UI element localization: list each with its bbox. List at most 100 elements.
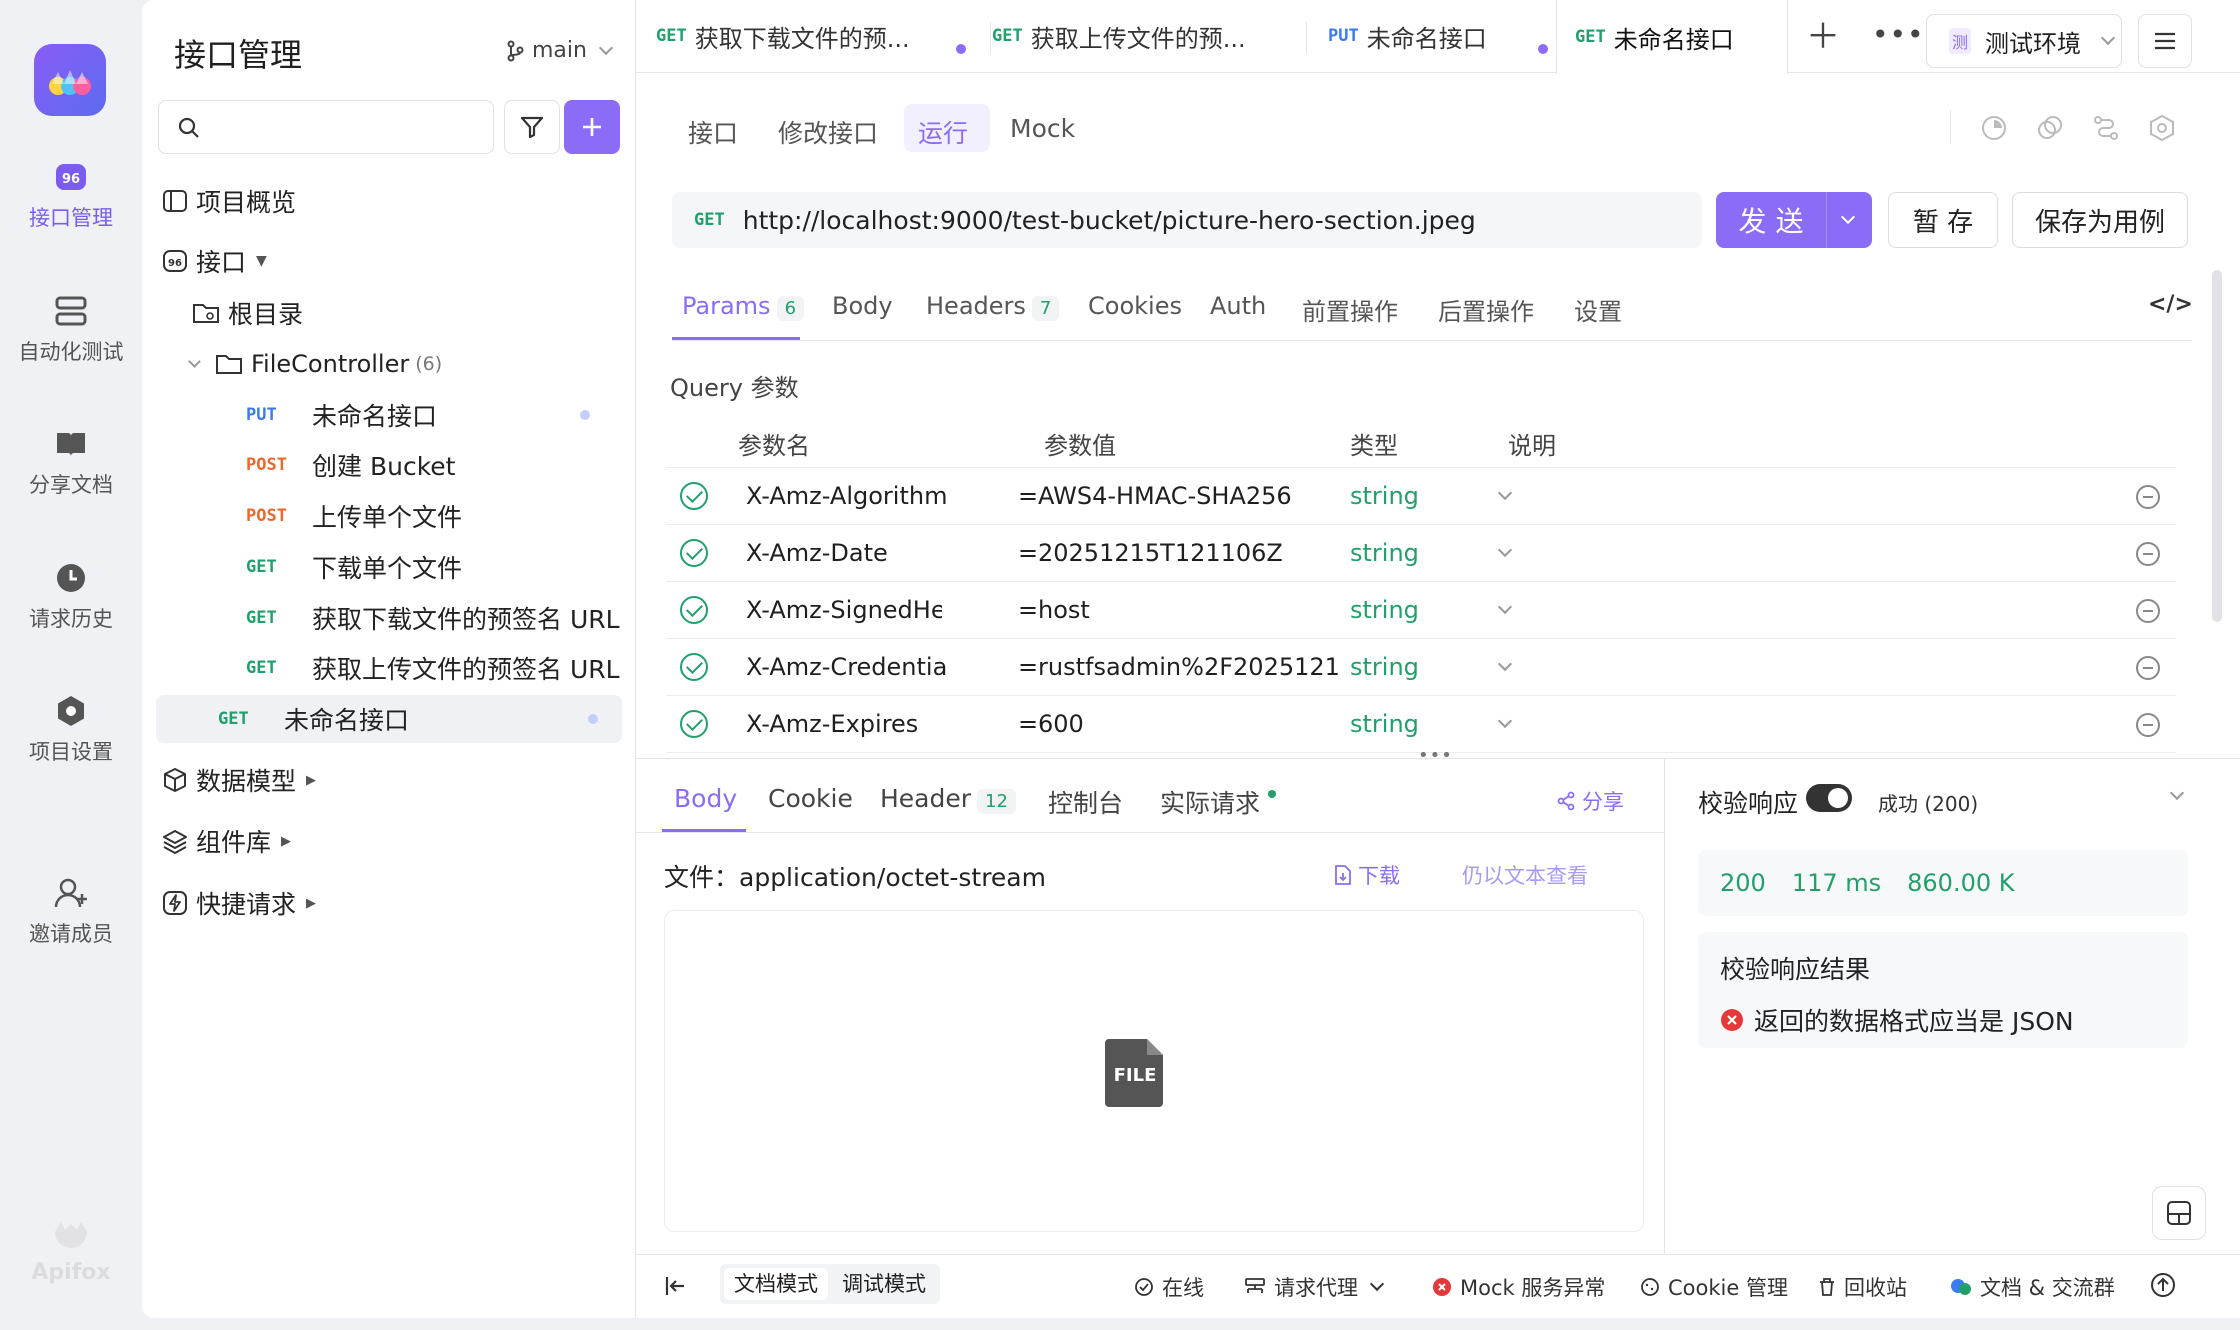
param-name[interactable]: X-Amz-Expires: [746, 710, 946, 738]
param-name[interactable]: X-Amz-Algorithm: [746, 482, 946, 510]
upgrade-icon[interactable]: [2150, 1272, 2176, 1298]
add-button[interactable]: [564, 100, 620, 154]
chevron-down-icon[interactable]: [2169, 785, 2185, 801]
chevron-down-icon[interactable]: [1497, 599, 1513, 615]
subtab-edit[interactable]: 修改接口: [778, 114, 878, 150]
share-button[interactable]: 分享: [1556, 786, 1624, 816]
tab-body[interactable]: Body: [832, 292, 893, 320]
enabled-checkbox[interactable]: [680, 539, 708, 567]
remove-row-icon[interactable]: [2136, 542, 2160, 566]
apifox-logo[interactable]: [34, 44, 106, 116]
tab-headers[interactable]: Headers 7: [926, 292, 1060, 321]
settings-icon[interactable]: [2148, 114, 2176, 142]
endpoint-item[interactable]: GET 获取下载文件的预签名 URL: [246, 595, 620, 641]
menu-button[interactable]: [2138, 14, 2192, 68]
request-tab[interactable]: GET 获取上传文件的预...: [992, 0, 1312, 72]
search-field[interactable]: [211, 111, 481, 143]
tab-response-cookie[interactable]: Cookie: [768, 784, 853, 813]
param-type[interactable]: string: [1350, 710, 1419, 738]
method-selector[interactable]: GET: [694, 210, 725, 230]
endpoint-item[interactable]: POST 创建 Bucket: [246, 442, 455, 488]
tab-actual-request[interactable]: 实际请求: [1160, 784, 1277, 820]
branch-selector[interactable]: main: [506, 38, 614, 63]
request-tab[interactable]: PUT 未命名接口: [1328, 0, 1578, 72]
copy-icon[interactable]: [2036, 114, 2064, 142]
param-type[interactable]: string: [1350, 596, 1419, 624]
save-as-case-button[interactable]: 保存为用例: [2012, 192, 2188, 248]
filter-button[interactable]: [504, 100, 560, 154]
scrollbar[interactable]: [2212, 270, 2222, 622]
rail-item-automation[interactable]: 自动化测试: [0, 294, 142, 366]
mock-status[interactable]: Mock 服务异常: [1432, 1272, 1605, 1302]
layout-toggle-button[interactable]: [2152, 1186, 2206, 1240]
subtab-mock[interactable]: Mock: [1010, 114, 1075, 143]
subtab-run[interactable]: 运行: [918, 114, 968, 150]
tree-item-root-dir[interactable]: 根目录: [192, 290, 303, 336]
param-name[interactable]: X-Amz-Date: [746, 539, 946, 567]
param-value[interactable]: AWS4-HMAC-SHA256: [1038, 482, 1298, 510]
tab-pre-ops[interactable]: 前置操作: [1302, 292, 1398, 327]
chevron-down-icon[interactable]: [1840, 209, 1856, 225]
tab-response-header[interactable]: Header 12: [880, 784, 1016, 814]
rail-item-api-management[interactable]: 96 接口管理: [0, 160, 142, 232]
chevron-down-icon[interactable]: [1497, 542, 1513, 558]
save-draft-button[interactable]: 暂 存: [1888, 192, 1998, 248]
code-icon[interactable]: </>: [2148, 292, 2193, 317]
param-name[interactable]: X-Amz-Credential: [746, 653, 946, 681]
view-as-text-button[interactable]: 仍以文本查看: [1462, 860, 1588, 890]
request-tab[interactable]: GET 获取下载文件的预...: [656, 0, 986, 72]
environment-selector[interactable]: 测 测试环境: [1926, 14, 2122, 68]
enabled-checkbox[interactable]: [680, 596, 708, 624]
tree-item-overview[interactable]: 项目概览: [162, 178, 296, 224]
param-type[interactable]: string: [1350, 653, 1419, 681]
proxy-selector[interactable]: 请求代理: [1244, 1272, 1385, 1302]
enabled-checkbox[interactable]: [680, 710, 708, 738]
tab-settings[interactable]: 设置: [1574, 292, 1622, 327]
remove-row-icon[interactable]: [2136, 599, 2160, 623]
param-value[interactable]: 20251215T121106Z: [1038, 539, 1298, 567]
validate-toggle[interactable]: [1806, 784, 1852, 812]
chevron-down-icon[interactable]: [1497, 656, 1513, 672]
download-button[interactable]: 下载: [1334, 860, 1400, 890]
tree-item-data-models[interactable]: 数据模型 ▶: [162, 757, 316, 803]
enabled-checkbox[interactable]: [680, 482, 708, 510]
tree-item-quick-requests[interactable]: 快捷请求 ▶: [162, 880, 316, 926]
rail-item-invite[interactable]: 邀请成员: [0, 876, 142, 948]
tab-params[interactable]: Params 6: [682, 292, 805, 321]
rail-item-share-docs[interactable]: 分享文档: [0, 427, 142, 499]
doc-mode-button[interactable]: 文档模式: [724, 1268, 828, 1300]
endpoint-item-selected[interactable]: GET 未命名接口: [156, 695, 622, 743]
tree-item-folder[interactable]: FileController (6): [188, 341, 442, 387]
subtab-interface[interactable]: 接口: [688, 114, 738, 150]
tab-cookies[interactable]: Cookies: [1088, 292, 1182, 320]
tab-post-ops[interactable]: 后置操作: [1438, 292, 1534, 327]
remove-row-icon[interactable]: [2136, 485, 2160, 509]
tab-response-body[interactable]: Body: [674, 784, 737, 813]
remove-row-icon[interactable]: [2136, 656, 2160, 680]
trash[interactable]: 回收站: [1818, 1272, 1907, 1302]
more-tabs-button[interactable]: •••: [1872, 18, 1925, 51]
history-circle-icon[interactable]: [1980, 114, 2008, 142]
rail-item-history[interactable]: 请求历史: [0, 561, 142, 633]
rail-item-project-settings[interactable]: 项目设置: [0, 694, 142, 766]
new-tab-button[interactable]: ＋: [1806, 20, 1840, 54]
url-input[interactable]: http://localhost:9000/test-bucket/pictur…: [743, 206, 1476, 235]
enabled-checkbox[interactable]: [680, 653, 708, 681]
param-name[interactable]: X-Amz-SignedHeaders: [746, 596, 942, 624]
param-type[interactable]: string: [1350, 539, 1419, 567]
tab-console[interactable]: 控制台: [1048, 784, 1123, 820]
docs-community[interactable]: 文档 & 交流群: [1950, 1272, 2115, 1302]
param-value[interactable]: rustfsadmin%2F20251215%2F: [1038, 653, 1340, 681]
debug-mode-button[interactable]: 调试模式: [832, 1268, 936, 1300]
url-bar[interactable]: GET http://localhost:9000/test-bucket/pi…: [672, 192, 1702, 248]
chevron-down-icon[interactable]: [1497, 713, 1513, 729]
send-button[interactable]: 发 送: [1716, 192, 1872, 248]
tree-item-components[interactable]: 组件库 ▶: [162, 818, 291, 864]
endpoint-item[interactable]: GET 获取上传文件的预签名 URL: [246, 645, 620, 691]
resize-handle[interactable]: •••: [1418, 745, 1453, 766]
tree-item-apis[interactable]: 96 接口 ▼: [162, 238, 267, 284]
share-link-icon[interactable]: [2092, 114, 2120, 142]
request-tab-active[interactable]: GET 未命名接口: [1556, 0, 1788, 74]
endpoint-item[interactable]: PUT 未命名接口: [246, 392, 616, 438]
remove-row-icon[interactable]: [2136, 713, 2160, 737]
